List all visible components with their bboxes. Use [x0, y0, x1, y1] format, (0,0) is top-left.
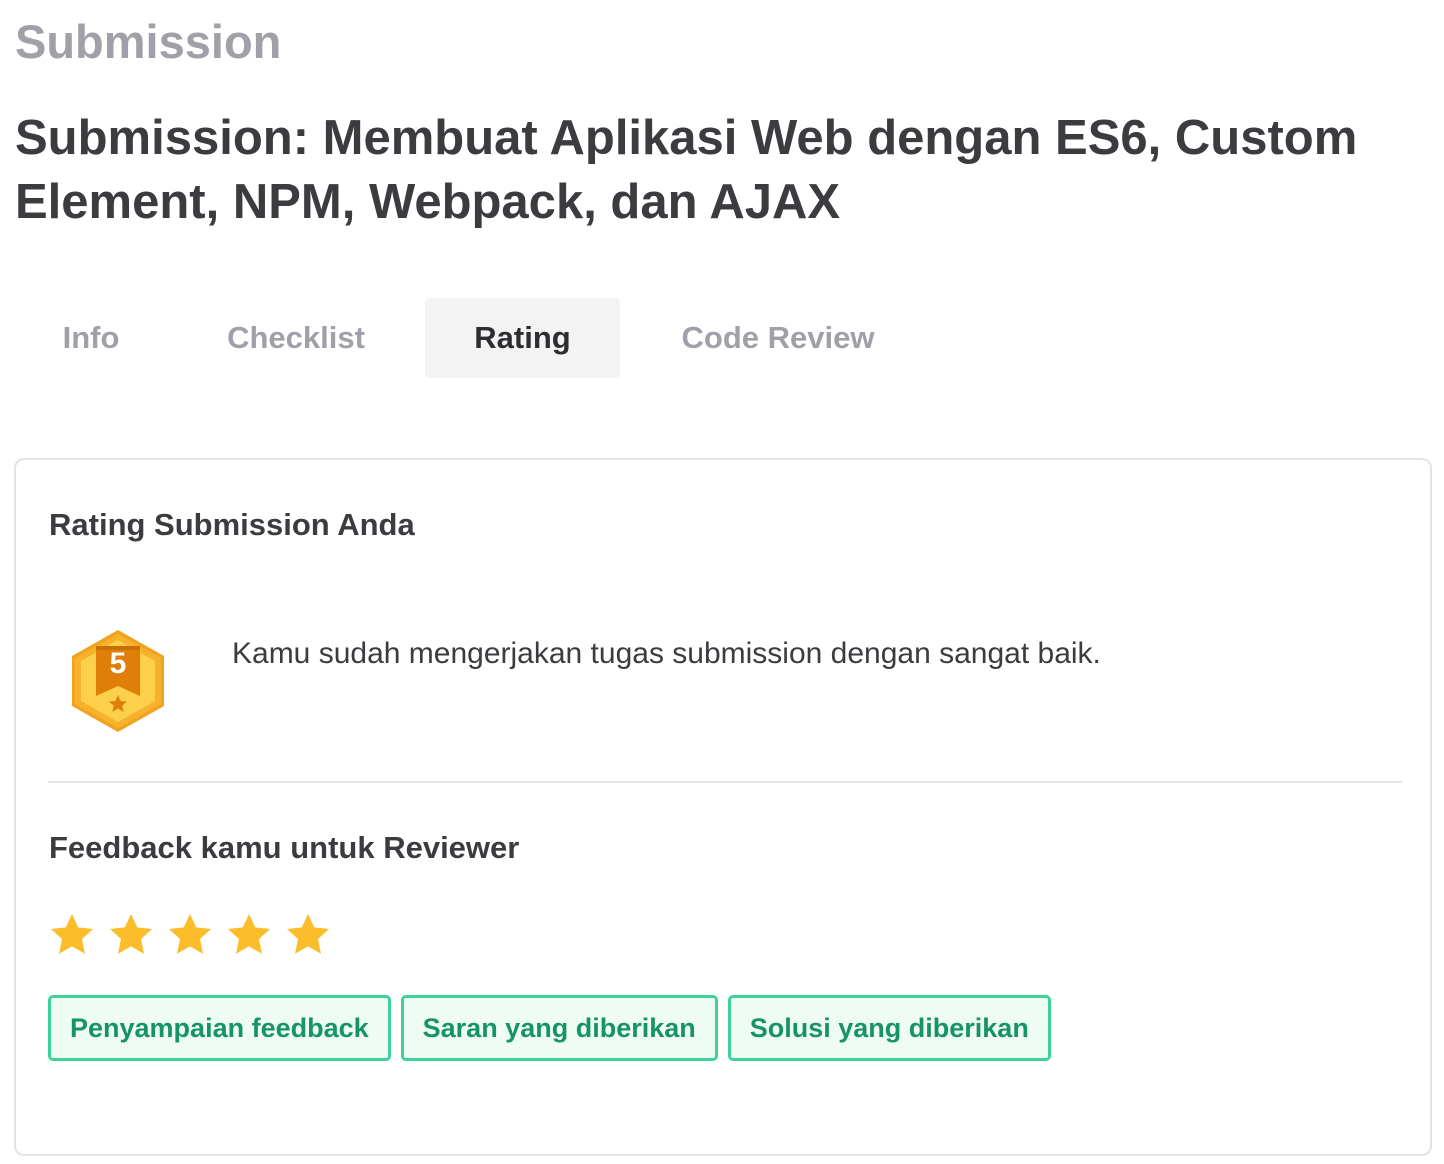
- star-icon[interactable]: [166, 911, 214, 959]
- page-title: Submission: Membuat Aplikasi Web dengan …: [15, 111, 1358, 229]
- star-icon[interactable]: [48, 911, 96, 959]
- rating-card: Rating Submission Anda 5 Kamu sudah meng…: [14, 458, 1432, 1156]
- chip-solusi-yang-diberikan[interactable]: Solusi yang diberikan: [727, 995, 1051, 1061]
- section-divider: [48, 781, 1402, 783]
- tab-rating[interactable]: Rating: [425, 298, 620, 378]
- tab-code-review[interactable]: Code Review: [620, 298, 936, 378]
- rating-message: Kamu sudah mengerjakan tugas submission …: [232, 637, 1101, 670]
- badge-value: 5: [110, 647, 127, 680]
- chip-saran-yang-diberikan[interactable]: Saran yang diberikan: [400, 995, 718, 1061]
- hexagon-ribbon-star-badge-icon: 5: [72, 630, 164, 732]
- rating-heading: Rating Submission Anda: [49, 507, 415, 542]
- chip-penyampaian-feedback[interactable]: Penyampaian feedback: [48, 995, 391, 1061]
- tab-checklist[interactable]: Checklist: [167, 298, 425, 378]
- tab-bar: Info Checklist Rating Code Review: [15, 298, 936, 378]
- page-eyebrow: Submission: [15, 15, 282, 68]
- star-icon[interactable]: [284, 911, 332, 959]
- star-icon[interactable]: [225, 911, 273, 959]
- tab-info[interactable]: Info: [15, 298, 167, 378]
- star-icon[interactable]: [107, 911, 155, 959]
- feedback-heading: Feedback kamu untuk Reviewer: [49, 830, 520, 865]
- star-rating[interactable]: [48, 911, 332, 959]
- feedback-chips: Penyampaian feedback Saran yang diberika…: [48, 995, 1051, 1061]
